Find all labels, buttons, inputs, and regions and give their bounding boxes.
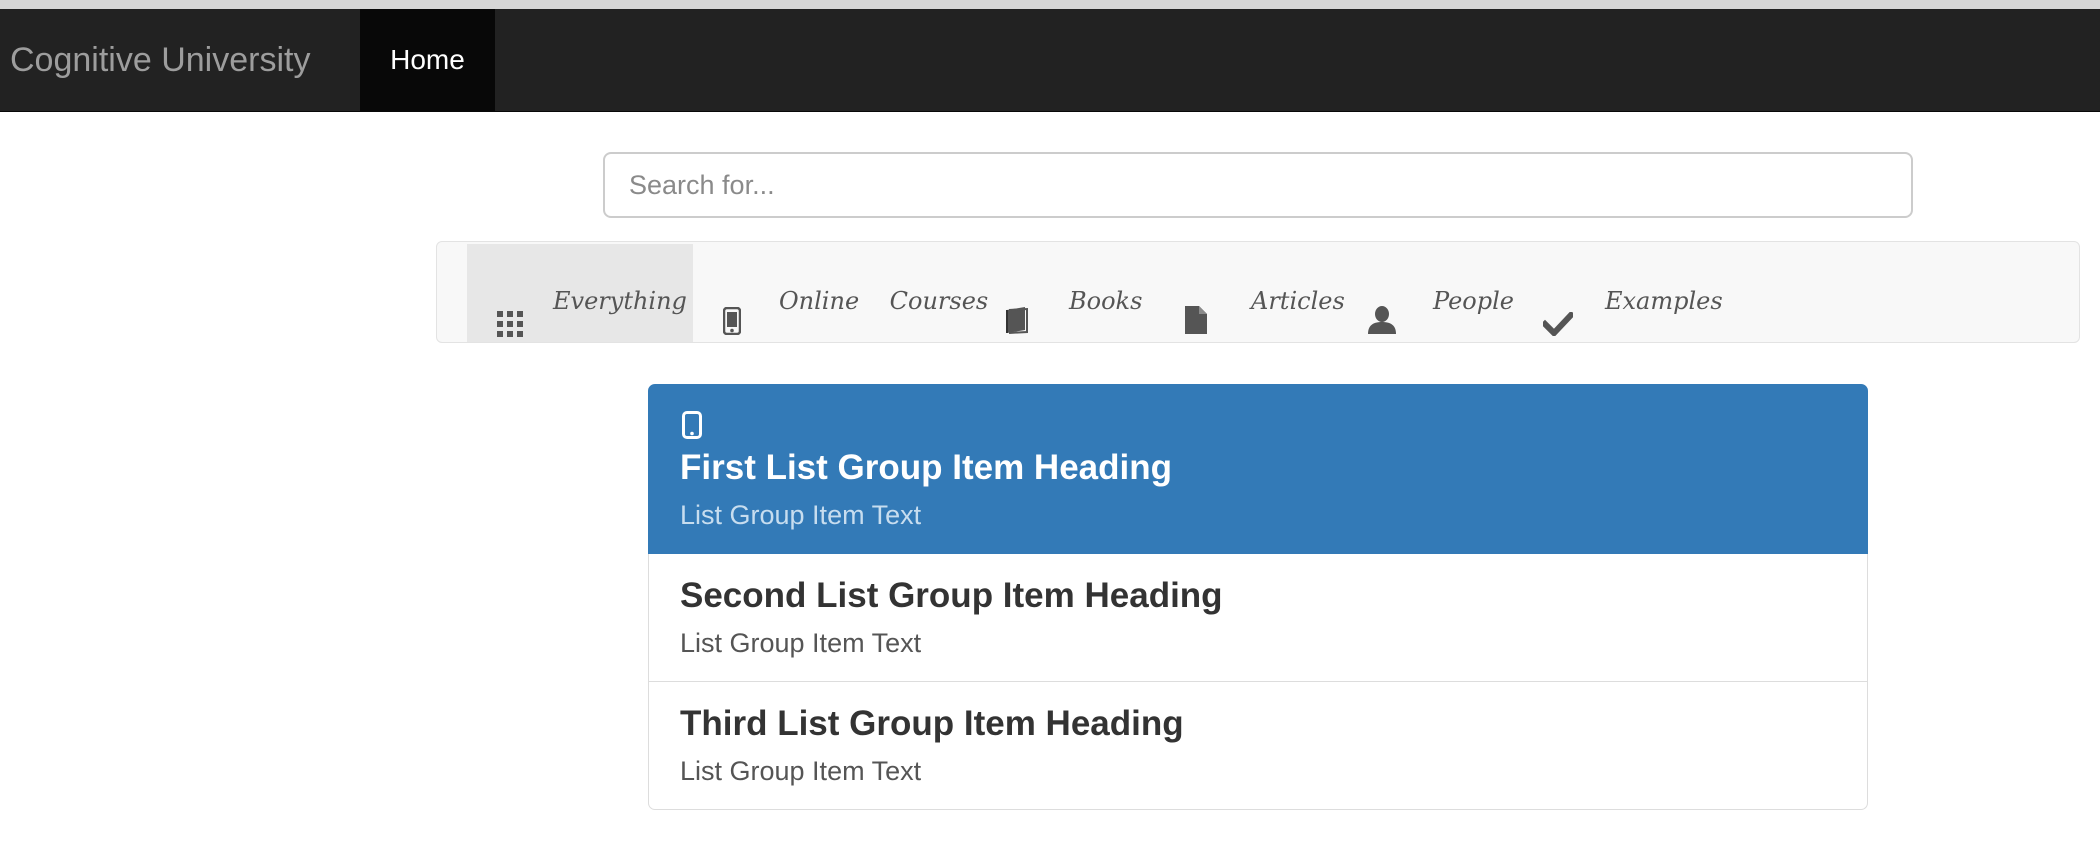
list-item-text: List Group Item Text — [680, 628, 922, 658]
list-item-text: List Group Item Text — [680, 500, 922, 530]
filter-label: Online Courses — [779, 287, 989, 315]
grid-icon — [497, 280, 523, 378]
nav-home-link[interactable]: Home — [360, 9, 495, 111]
list-item-heading: Second List Group Item Heading — [680, 576, 1223, 615]
list-item-heading: Third List Group Item Heading — [680, 704, 1184, 743]
filter-label: People — [1433, 287, 1514, 315]
list-item-text: List Group Item Text — [680, 756, 922, 786]
results-list-group: First List Group Item Heading List Group… — [648, 384, 1868, 810]
browser-top-edge — [0, 0, 2100, 9]
filter-examples[interactable]: Examples — [1507, 244, 1723, 342]
list-item-first[interactable]: First List Group Item Heading List Group… — [648, 384, 1868, 554]
brand-link[interactable]: Cognitive University — [10, 9, 310, 111]
filter-articles[interactable]: Articles — [1149, 244, 1345, 342]
check-icon — [1540, 279, 1576, 377]
filter-label: Books — [1069, 287, 1143, 315]
filter-everything[interactable]: Everything — [467, 244, 693, 342]
filter-label: Examples — [1605, 287, 1723, 315]
filter-people[interactable]: People — [1327, 244, 1514, 342]
top-navbar: Cognitive University Home — [0, 9, 2100, 112]
book-icon — [1003, 277, 1031, 375]
user-icon — [1367, 277, 1397, 375]
file-icon — [1185, 277, 1207, 375]
search-input[interactable] — [603, 152, 1913, 218]
filter-bar: Everything Online Courses Books Articles… — [436, 241, 2080, 343]
list-item-second[interactable]: Second List Group Item Heading List Grou… — [648, 554, 1868, 682]
filter-books[interactable]: Books — [973, 244, 1149, 342]
phone-icon — [682, 411, 702, 444]
filter-label: Everything — [553, 287, 687, 315]
filter-online-courses[interactable]: Online Courses — [693, 244, 988, 342]
list-item-third[interactable]: Third List Group Item Heading List Group… — [648, 682, 1868, 810]
list-item-heading: First List Group Item Heading — [680, 448, 1172, 487]
phone-icon — [722, 278, 742, 376]
